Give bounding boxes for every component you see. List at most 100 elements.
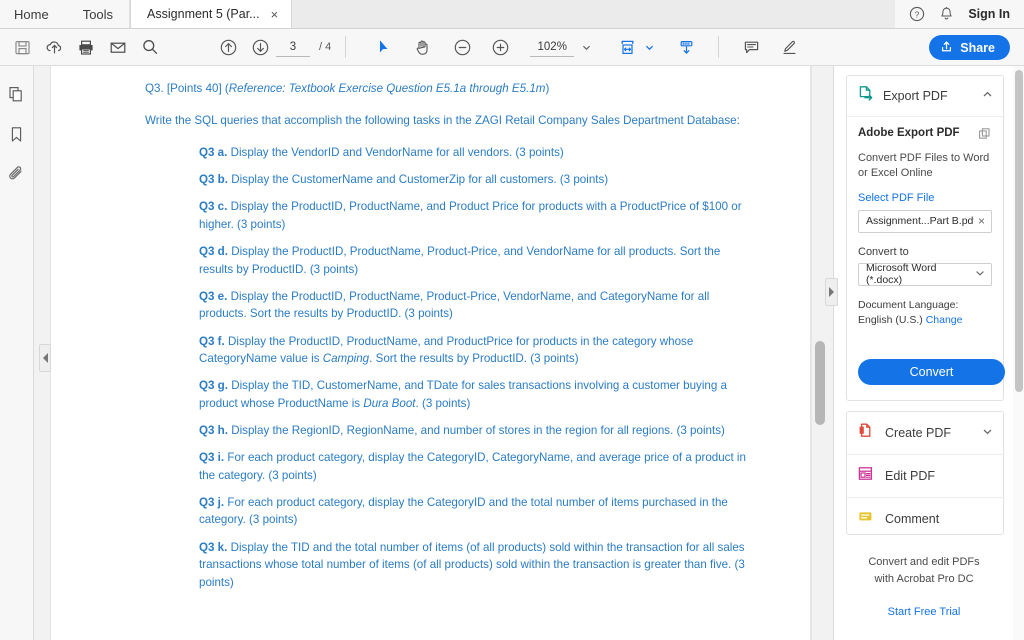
chevron-down-icon[interactable] [582,43,591,52]
chevron-down-icon[interactable] [982,424,993,442]
copy-layers-icon[interactable] [978,127,992,146]
tool-create-pdf[interactable]: Create PDF [847,412,1003,455]
list-item: Q3 c. Display the ProductID, ProductName… [145,198,748,233]
adobe-export-subtitle: Convert PDF Files to Word or Excel Onlin… [858,151,992,181]
main-toolbar: / 4 [0,29,1024,66]
question-heading-suffix: ) [545,82,549,95]
left-panel-collapse-handle[interactable] [39,344,51,372]
hand-pan-icon[interactable] [406,32,438,62]
question-text: Display the RegionID, RegionName, and nu… [228,424,725,437]
triangle-right-icon [829,287,834,297]
toolbar-divider-1 [345,36,346,58]
comment-bubble-icon[interactable] [735,32,767,62]
document-view[interactable]: Q3. [Points 40] (Reference: Textbook Exe… [34,66,827,640]
change-language-link[interactable]: Change [926,314,963,326]
cursor-arrow-icon[interactable] [368,32,400,62]
tool-edit-pdf[interactable]: Edit PDF [847,455,1003,498]
right-panel-scrollbar[interactable] [1013,66,1024,640]
question-label: Q3 j. [199,496,224,509]
question-text: Display the CustomerName and CustomerZip… [228,173,608,186]
sign-in-button[interactable]: Sign In [968,7,1010,21]
cloud-upload-icon[interactable] [38,32,70,62]
svg-text:?: ? [915,9,920,19]
zoom-out-circle-icon[interactable] [446,32,478,62]
question-label: Q3 g. [199,379,228,392]
zoom-level-input[interactable] [530,38,574,57]
arrow-up-circle-icon[interactable] [212,32,244,62]
toolbar-view-group [368,32,591,62]
printer-icon[interactable] [70,32,102,62]
tab-bar-actions: ? Sign In [895,0,1024,28]
list-item: Q3 g. Display the TID, CustomerName, and… [145,377,748,412]
adobe-export-title-row: Adobe Export PDF [858,127,992,146]
zoom-in-circle-icon[interactable] [484,32,516,62]
share-button[interactable]: Share [929,35,1010,60]
menu-tab-home[interactable]: Home [0,0,67,28]
export-pdf-header[interactable]: Export PDF [847,76,1003,117]
question-text-emphasis: Dura Boot [363,397,415,410]
pdf-page-content: Q3. [Points 40] (Reference: Textbook Exe… [51,66,810,591]
right-tools-panel: Export PDF Adobe Export PDF Convert PDF … [833,66,1024,640]
envelope-icon[interactable] [102,32,134,62]
bookmark-icon[interactable] [5,122,29,146]
promo-footer: Convert and edit PDFs with Acrobat Pro D… [834,554,1014,618]
question-text: Display the ProductID, ProductName, Prod… [199,290,709,321]
document-scrollbar[interactable] [811,66,827,640]
start-free-trial-link[interactable]: Start Free Trial [834,606,1014,618]
list-item: Q3 a. Display the VendorID and VendorNam… [145,144,748,162]
select-pdf-file-link[interactable]: Select PDF File [858,192,992,204]
arrow-down-circle-icon[interactable] [244,32,276,62]
question-label: Q3 f. [199,335,225,348]
list-item: Q3 f. Display the ProductID, ProductName… [145,333,748,368]
document-language: Document Language: English (U.S.) Change [858,298,992,328]
clear-file-icon[interactable]: × [978,215,985,227]
convert-to-label: Convert to [858,246,992,258]
page-thumbnails-icon[interactable] [5,82,29,106]
selected-file-name: Assignment...Part B.pdf [866,215,974,227]
toolbar-annotate-group [735,32,805,62]
chevron-up-icon[interactable] [982,87,993,105]
document-scrollbar-thumb[interactable] [815,341,825,425]
chevron-down-icon[interactable] [645,43,654,52]
question-text: Display the ProductID, ProductName, and … [199,200,742,231]
save-floppy-icon[interactable] [6,32,38,62]
tool-comment-label: Comment [885,512,993,526]
document-tab[interactable]: Assignment 5 (Par... × [130,0,292,28]
create-pdf-icon [857,422,874,444]
selected-file-box[interactable]: Assignment...Part B.pdf × [858,210,992,233]
convert-button[interactable]: Convert [858,359,1005,385]
tool-create-pdf-label: Create PDF [885,426,971,440]
question-label: Q3 e. [199,290,227,303]
paperclip-attachment-icon[interactable] [5,162,29,186]
right-panel-scroll-content: Export PDF Adobe Export PDF Convert PDF … [834,66,1014,640]
menu-tab-tools-label: Tools [83,7,113,22]
chevron-down-icon [975,265,985,283]
convert-to-select[interactable]: Microsoft Word (*.docx) [858,263,992,286]
promo-line-1: Convert and edit PDFs [834,554,1014,571]
document-language-label: Document Language: [858,299,958,311]
menu-tab-tools[interactable]: Tools [67,0,130,28]
document-language-value: English (U.S.) [858,314,923,326]
list-item: Q3 k. Display the TID and the total numb… [145,539,748,592]
question-heading: Q3. [Points 40] (Reference: Textbook Exe… [145,80,748,98]
close-icon[interactable]: × [268,6,282,23]
menu-tab-home-label: Home [14,7,49,22]
highlighter-pen-icon[interactable] [773,32,805,62]
page-number-input[interactable] [276,38,310,57]
scroll-mode-icon[interactable] [670,32,702,62]
bell-icon[interactable] [939,6,954,22]
tool-comment[interactable]: Comment [847,498,1003,534]
acrobat-reader-window: Home Tools Assignment 5 (Par... × ? Sign… [0,0,1024,640]
list-item: Q3 e. Display the ProductID, ProductName… [145,288,748,323]
fit-page-width-icon[interactable] [611,32,643,62]
right-panel-collapse-handle[interactable] [825,278,838,306]
tab-bar: Home Tools Assignment 5 (Par... × ? Sign… [0,0,1024,29]
help-circle-icon[interactable]: ? [909,6,925,22]
question-text: For each product category, display the C… [199,451,746,482]
tool-edit-pdf-label: Edit PDF [885,469,993,483]
search-icon[interactable] [134,32,166,62]
edit-pdf-icon [857,465,874,487]
share-upload-icon [940,40,953,56]
toolbar-page-nav-group: / 4 [212,32,331,62]
right-panel-scrollbar-thumb[interactable] [1015,70,1023,392]
